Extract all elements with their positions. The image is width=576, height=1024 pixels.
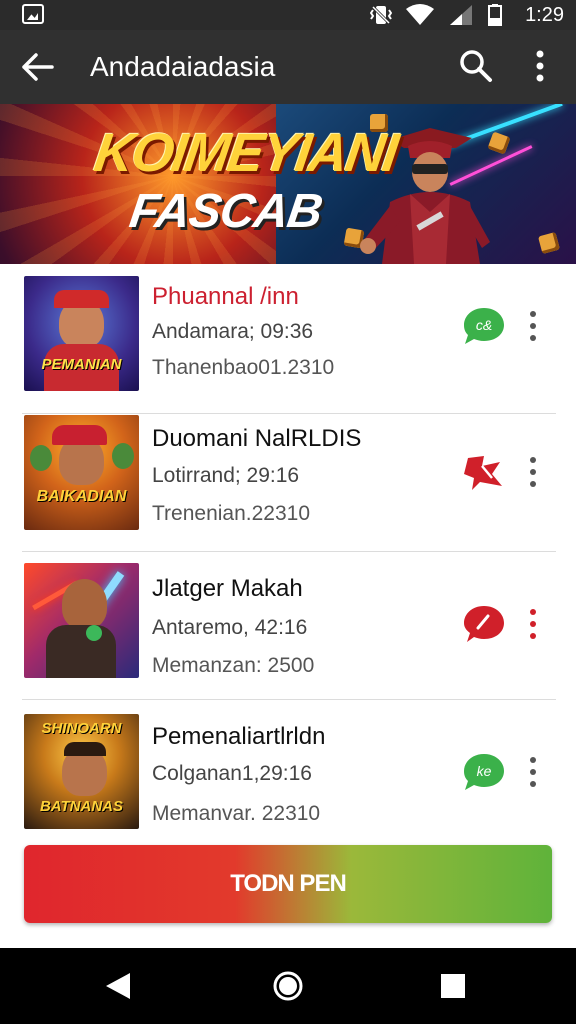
- nav-back-icon[interactable]: [104, 971, 132, 1001]
- item-subtitle: Antaremo, 42:16: [152, 616, 308, 639]
- character-icon: [112, 443, 134, 469]
- more-vert-icon[interactable]: [528, 48, 552, 84]
- search-icon[interactable]: [458, 48, 494, 84]
- item-title: Duomani NalRLDIS: [152, 425, 362, 452]
- thumbnail-caption: BAIKADIAN: [36, 488, 127, 505]
- item-subtitle: Colganan1,29:16: [152, 762, 312, 785]
- promo-banner[interactable]: KOIMEYIANI FASCAB: [0, 104, 576, 264]
- list-item[interactable]: SHINOARN BATNANAS Pemenaliartlrldn Colga…: [0, 702, 576, 834]
- item-meta: Trenenian.22310: [152, 502, 311, 525]
- game-list: PEMANIAN Phuannal /inn Andamara; 09:36 T…: [0, 264, 576, 834]
- item-title: Jlatger Makah: [152, 575, 303, 602]
- flag-icon[interactable]: [462, 452, 506, 492]
- more-vert-icon[interactable]: [522, 454, 544, 490]
- item-title: Pemenaliartlrldn: [152, 723, 326, 750]
- thumbnail-caption: PEMANIAN: [41, 356, 122, 373]
- item-subtitle: Andamara; 09:36: [152, 320, 314, 343]
- character-body: [46, 625, 116, 678]
- vibrate-icon: [370, 5, 392, 25]
- svg-text:c&: c&: [476, 317, 492, 333]
- list-item[interactable]: BAIKADIAN Duomani NalRLDIS Lotirrand; 29…: [0, 402, 576, 552]
- item-meta: Memanvar. 22310: [152, 802, 321, 825]
- divider: [22, 699, 556, 700]
- svg-text:ke: ke: [477, 763, 492, 779]
- chat-bubble-icon[interactable]: c&: [462, 306, 506, 346]
- game-thumbnail: PEMANIAN: [24, 276, 139, 391]
- status-bar: 1:29: [0, 0, 576, 30]
- list-item[interactable]: PEMANIAN Phuannal /inn Andamara; 09:36 T…: [0, 264, 576, 414]
- thumbnail-caption: BATNANAS: [39, 798, 124, 815]
- gallery-icon: [22, 4, 44, 24]
- clock: 1:29: [525, 4, 564, 26]
- system-navigation-bar: [0, 948, 576, 1024]
- chat-bubble-icon[interactable]: [462, 604, 506, 644]
- item-meta: Thanenbao01.2310: [152, 356, 335, 379]
- more-vert-icon[interactable]: [522, 606, 544, 642]
- game-thumbnail: SHINOARN BATNANAS: [24, 714, 139, 829]
- more-vert-icon[interactable]: [522, 754, 544, 790]
- item-subtitle: Lotirrand; 29:16: [152, 464, 300, 487]
- wifi-icon: [406, 4, 434, 25]
- hat-icon: [52, 425, 107, 445]
- nav-home-icon[interactable]: [272, 970, 304, 1002]
- game-thumbnail: [24, 563, 139, 678]
- glove-icon: [86, 625, 102, 641]
- character-icon: [30, 445, 52, 471]
- banner-title: KOIMEYIANI: [90, 123, 401, 183]
- back-arrow-icon[interactable]: [20, 50, 56, 84]
- battery-icon: [488, 4, 502, 26]
- item-title: Phuannal /inn: [152, 283, 299, 310]
- item-meta: Memanzan: 2500: [152, 654, 315, 677]
- game-thumbnail: BAIKADIAN: [24, 415, 139, 530]
- primary-action-button[interactable]: TODN PEN: [24, 845, 552, 923]
- hair-icon: [64, 742, 106, 756]
- page-title: Andadaiadasia: [90, 51, 276, 82]
- helmet-icon: [54, 290, 109, 308]
- chat-bubble-icon[interactable]: ke: [462, 752, 506, 792]
- signal-icon: [450, 5, 472, 25]
- nav-recents-icon[interactable]: [440, 973, 466, 999]
- list-item[interactable]: Jlatger Makah Antaremo, 42:16 Memanzan: …: [0, 550, 576, 700]
- thumbnail-logo: SHINOARN: [41, 720, 122, 737]
- more-vert-icon[interactable]: [522, 308, 544, 344]
- app-bar: Andadaiadasia: [0, 30, 576, 104]
- character-icon: [62, 579, 107, 629]
- banner-subtitle: FASCAB: [126, 185, 326, 238]
